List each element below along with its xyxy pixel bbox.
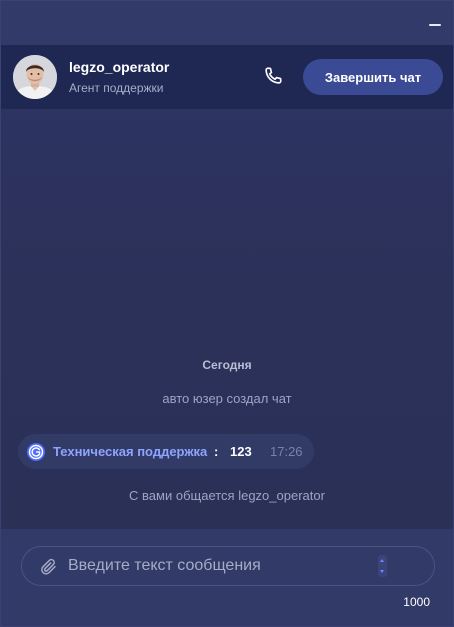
message-sender: Техническая поддержка [53, 444, 208, 459]
message-separator: : [214, 444, 219, 459]
support-logo-icon [27, 443, 45, 461]
message-time: 17:26 [270, 444, 303, 459]
chat-header: legzo_operator Агент поддержки Завершить… [1, 45, 453, 109]
char-limit-counter: 1000 [403, 595, 430, 609]
system-message-created: авто юзер создал чат [162, 391, 292, 406]
operator-name: legzo_operator [69, 59, 170, 75]
minimize-icon[interactable] [427, 13, 441, 27]
message-input-wrapper [21, 546, 435, 586]
date-separator: Сегодня [202, 358, 252, 372]
composer: 1000 [1, 529, 453, 626]
operator-role: Агент поддержки [69, 81, 164, 95]
resize-stepper-icon[interactable] [378, 555, 387, 577]
message-bubble: Техническая поддержка : 123 17:26 [18, 434, 314, 469]
message-text: 123 [230, 444, 252, 459]
avatar [13, 55, 57, 99]
end-chat-button[interactable]: Завершить чат [303, 59, 443, 95]
message-input[interactable] [68, 547, 368, 585]
system-message-connected: С вами общается legzo_operator [129, 488, 325, 503]
title-bar [1, 1, 453, 45]
paperclip-icon[interactable] [40, 558, 58, 576]
chat-window: legzo_operator Агент поддержки Завершить… [0, 0, 454, 627]
phone-icon[interactable] [262, 65, 284, 87]
